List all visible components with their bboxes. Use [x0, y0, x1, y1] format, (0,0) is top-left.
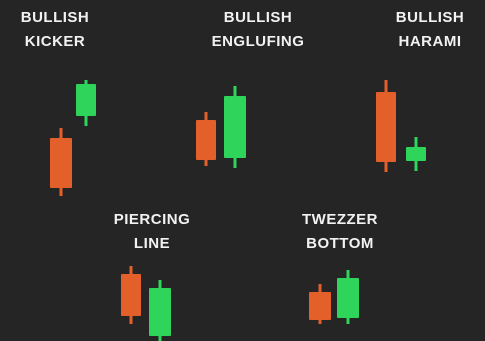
piercing-line-label: PIERCING LINE — [82, 208, 222, 256]
candle-body — [149, 288, 171, 336]
candle-body — [76, 84, 96, 116]
tweezer-bottom-bullish-candle — [337, 270, 359, 324]
bullish-harami-label: BULLISH HARAMI — [375, 6, 485, 54]
bullish-engulfing-bearish-candle — [196, 112, 216, 166]
piercing-line-bullish-candle — [149, 280, 171, 341]
bullish-kicker-label-line1: BULLISH — [20, 9, 90, 26]
candle-body — [376, 92, 396, 162]
candle-body — [50, 138, 72, 188]
candle-body — [337, 278, 359, 318]
candle-body — [406, 147, 426, 161]
candle-body — [196, 120, 216, 160]
candle-body — [309, 292, 331, 320]
bullish-harami-bullish-candle — [406, 137, 426, 171]
tweezer-bottom-label-line2: BOTTOM — [306, 235, 374, 252]
bullish-kicker-bearish-candle — [50, 128, 72, 196]
bullish-engulfing-label: BULLISH ENGLUFING — [178, 6, 338, 54]
candle-body — [121, 274, 141, 316]
bullish-harami-label-line2: HARAMI — [398, 33, 462, 50]
candle-body — [224, 96, 246, 158]
piercing-line-label-line1: PIERCING — [113, 211, 191, 228]
tweezer-bottom-label-line1: TWEZZER — [302, 211, 378, 228]
bullish-engulfing-label-line2: ENGLUFING — [211, 33, 305, 50]
bullish-kicker-label-line2: KICKER — [24, 33, 86, 50]
bullish-engulfing-label-line1: BULLISH — [223, 9, 293, 26]
bullish-kicker-bullish-candle — [76, 80, 96, 126]
piercing-line-bearish-candle — [121, 266, 141, 324]
tweezer-bottom-bearish-candle — [309, 284, 331, 324]
bullish-harami-bearish-candle — [376, 80, 396, 172]
bullish-kicker-label: BULLISH KICKER — [0, 6, 110, 54]
piercing-line-label-line2: LINE — [133, 235, 171, 252]
bullish-harami-label-line1: BULLISH — [395, 9, 465, 26]
bullish-engulfing-bullish-candle — [224, 86, 246, 168]
tweezer-bottom-label: TWEZZER BOTTOM — [270, 208, 410, 256]
